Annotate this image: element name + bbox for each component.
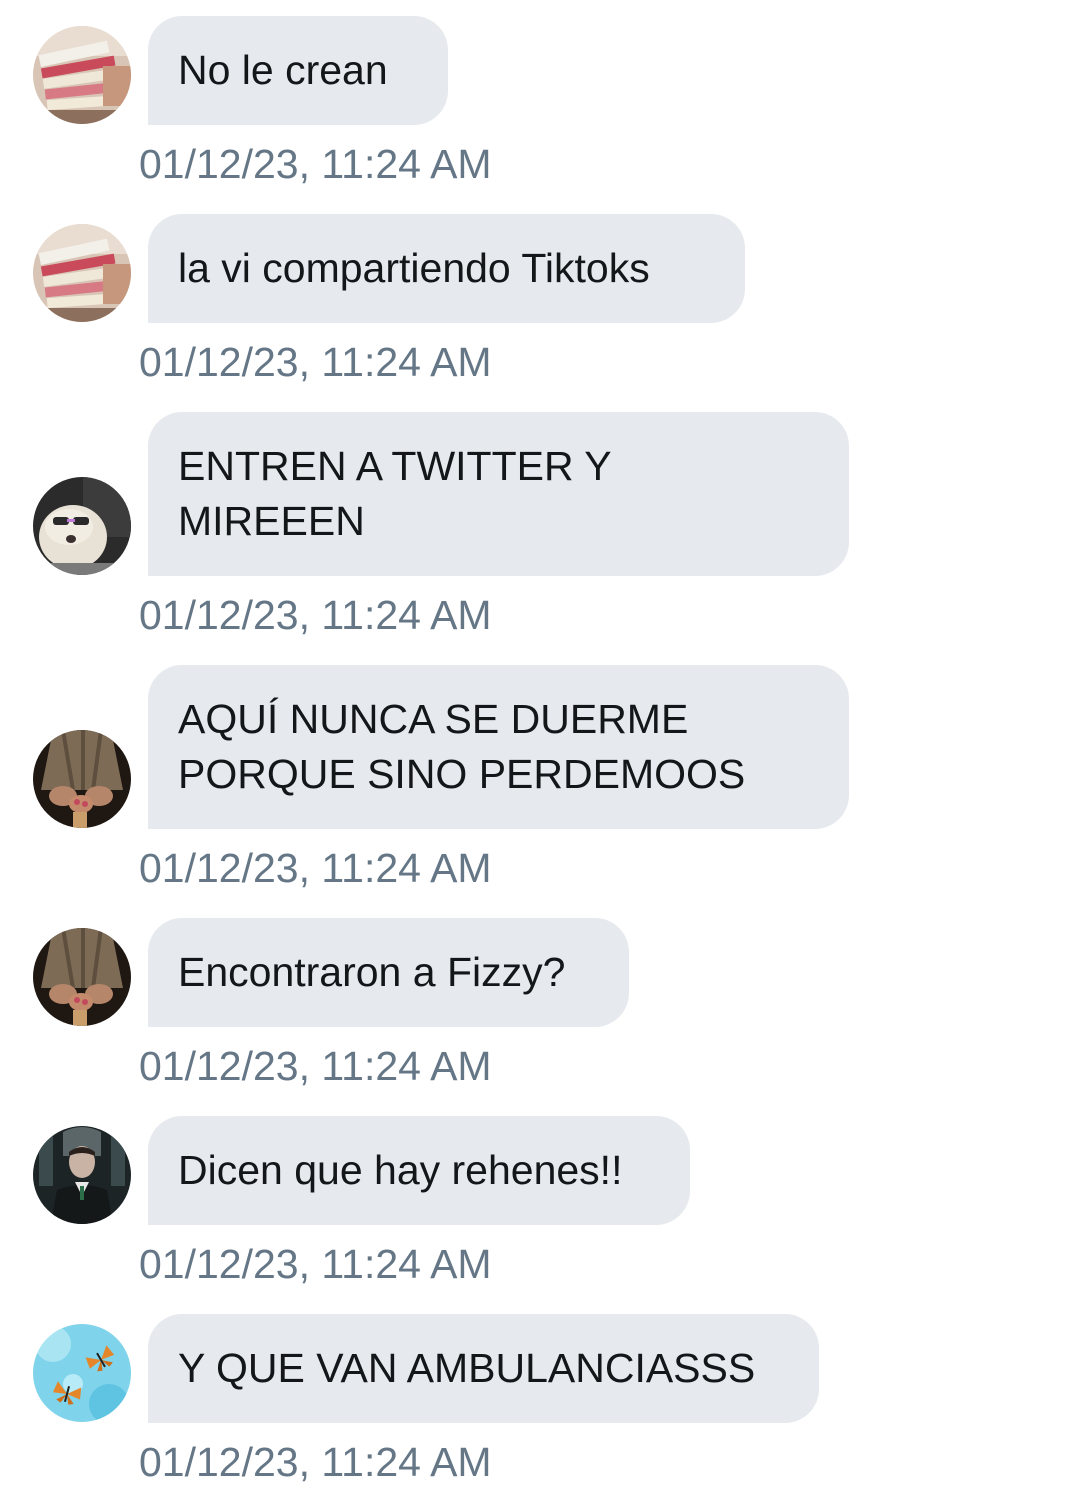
avatar[interactable] (33, 1324, 131, 1422)
dog-sunglasses-avatar-image (33, 477, 131, 575)
boy-uniform-avatar-image (33, 1126, 131, 1224)
message-text: Encontraron a Fizzy? (178, 949, 566, 995)
message-timestamp: 01/12/23, 11:24 AM (139, 845, 492, 891)
message-bubble[interactable]: la vi compartiendo Tiktoks (148, 214, 745, 323)
message-bubble[interactable]: No le crean (148, 16, 448, 125)
message-bubble[interactable]: Dicen que hay rehenes!! (148, 1116, 690, 1225)
message-timestamp: 01/12/23, 11:24 AM (139, 141, 492, 187)
message-bubble[interactable]: Y QUE VAN AMBULANCIASSS (148, 1314, 819, 1423)
message-text: Dicen que hay rehenes!! (178, 1147, 623, 1193)
avatar[interactable] (33, 26, 131, 124)
message-timestamp: 01/12/23, 11:24 AM (139, 1241, 492, 1287)
avatar[interactable] (33, 730, 131, 828)
avatar[interactable] (33, 928, 131, 1026)
message-bubble[interactable]: ENTREN A TWITTER Y MIREEEN (148, 412, 849, 576)
message-bubble[interactable]: AQUÍ NUNCA SE DUERME PORQUE SINO PERDEMO… (148, 665, 849, 829)
avatar[interactable] (33, 477, 131, 575)
books-avatar-image (33, 26, 131, 124)
hands-dress-avatar-image (33, 730, 131, 828)
avatar[interactable] (33, 1126, 131, 1224)
message-timestamp: 01/12/23, 11:24 AM (139, 1439, 492, 1485)
hands-dress-avatar-image (33, 928, 131, 1026)
message-text: Y QUE VAN AMBULANCIASSS (178, 1345, 756, 1391)
message-timestamp: 01/12/23, 11:24 AM (139, 1043, 492, 1089)
message-text: AQUÍ NUNCA SE DUERME PORQUE SINO PERDEMO… (178, 696, 746, 797)
message-text: ENTREN A TWITTER Y MIREEEN (178, 443, 612, 544)
message-timestamp: 01/12/23, 11:24 AM (139, 339, 492, 385)
message-text: la vi compartiendo Tiktoks (178, 245, 650, 291)
message-bubble[interactable]: Encontraron a Fizzy? (148, 918, 629, 1027)
butterflies-avatar-image (33, 1324, 131, 1422)
message-text: No le crean (178, 47, 388, 93)
message-timestamp: 01/12/23, 11:24 AM (139, 592, 492, 638)
avatar[interactable] (33, 224, 131, 322)
books-avatar-image (33, 224, 131, 322)
